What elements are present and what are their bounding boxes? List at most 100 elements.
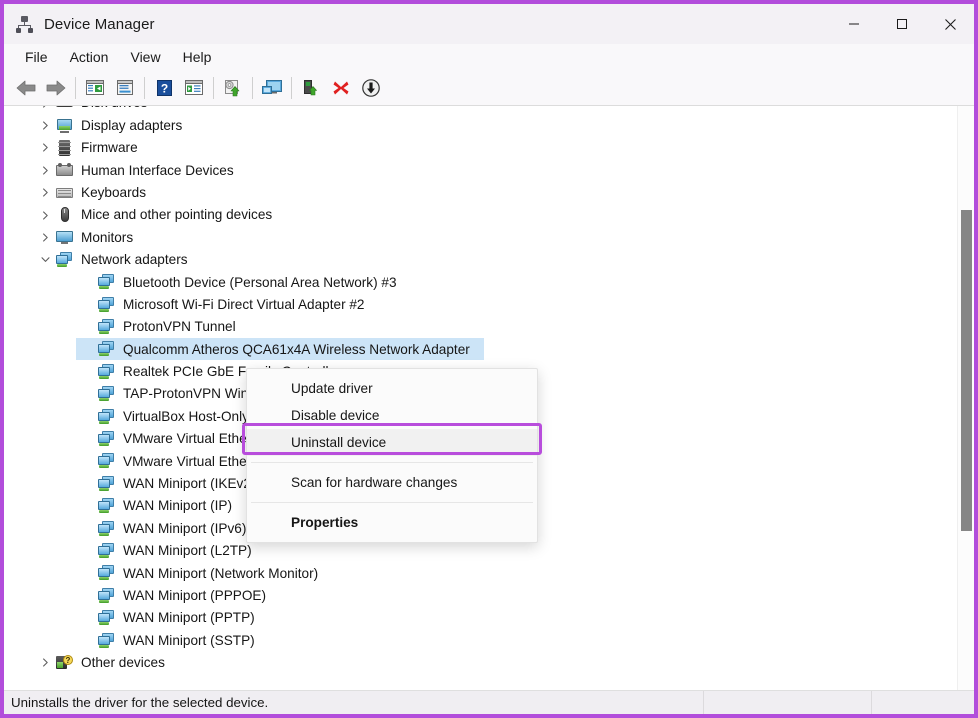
right-arrow-icon xyxy=(46,80,66,96)
tree-row[interactable]: ProtonVPN Tunnel xyxy=(4,316,956,338)
context-menu-item-properties[interactable]: Properties xyxy=(247,509,537,536)
update-driver-button[interactable] xyxy=(218,73,248,103)
network-adapter-icon xyxy=(98,520,115,537)
context-menu-item-uninstall-device[interactable]: Uninstall device xyxy=(247,429,537,456)
tree-row[interactable]: ? Other devices xyxy=(4,652,956,674)
network-adapter-icon xyxy=(56,251,73,268)
help-button[interactable]: ? xyxy=(149,73,179,103)
tree-row[interactable]: WAN Miniport (PPTP) xyxy=(4,607,956,629)
tree-row-label: WAN Miniport (IKEv2) xyxy=(123,476,256,492)
status-bar-cell-3 xyxy=(872,691,974,715)
show-hide-action-pane-button[interactable] xyxy=(179,73,209,103)
network-adapter-icon xyxy=(98,475,115,492)
network-adapter-icon xyxy=(98,408,115,425)
show-hide-console-tree-button[interactable] xyxy=(80,73,110,103)
tree-row[interactable]: WAN Miniport (Network Monitor) xyxy=(4,562,956,584)
enable-device-button[interactable] xyxy=(296,73,326,103)
chevron-down-icon[interactable] xyxy=(38,253,52,267)
tree-row[interactable]: Firmware xyxy=(4,137,956,159)
mouse-icon xyxy=(56,207,73,223)
menu-item-action[interactable]: Action xyxy=(60,46,119,69)
tree-row-label: Keyboards xyxy=(81,184,146,200)
tree-row-label: WAN Miniport (Network Monitor) xyxy=(123,565,319,581)
tree-row[interactable]: Qualcomm Atheros QCA61x4A Wireless Netwo… xyxy=(4,338,956,361)
properties-window-icon xyxy=(117,80,133,95)
tree-scrollbar-thumb[interactable] xyxy=(961,210,972,531)
network-adapter-icon xyxy=(98,453,115,469)
tree-row-label: WAN Miniport (PPTP) xyxy=(123,610,255,626)
context-menu-item-update-driver[interactable]: Update driver xyxy=(247,375,537,402)
tree-row[interactable]: WAN Miniport (L2TP) xyxy=(4,540,956,562)
disk-drive-icon xyxy=(56,106,73,111)
network-adapter-icon xyxy=(98,386,115,402)
close-icon xyxy=(944,18,956,30)
network-adapter-icon xyxy=(98,341,115,357)
disable-device-button[interactable] xyxy=(356,73,386,103)
context-menu-item-disable-device[interactable]: Disable device xyxy=(247,402,537,429)
network-adapter-icon xyxy=(98,587,115,604)
title-bar: Device Manager xyxy=(4,4,974,44)
tree-row[interactable]: Mice and other pointing devices xyxy=(4,204,956,226)
tree-scrollbar[interactable] xyxy=(957,106,974,690)
status-bar-cell-2 xyxy=(704,690,872,714)
minimize-button[interactable] xyxy=(830,4,878,44)
network-adapter-icon xyxy=(98,274,115,290)
monitor-icon xyxy=(56,230,73,246)
menu-item-help[interactable]: Help xyxy=(173,46,222,69)
toolbar-separator xyxy=(252,77,253,99)
menu-item-file[interactable]: File xyxy=(15,46,58,69)
tree-row[interactable]: Human Interface Devices xyxy=(4,159,956,181)
properties-button[interactable] xyxy=(110,73,140,103)
chevron-right-icon[interactable] xyxy=(38,231,52,245)
uninstall-device-button[interactable] xyxy=(326,73,356,103)
down-arrow-circle-icon xyxy=(362,79,380,97)
tree-row[interactable]: Display adapters xyxy=(4,114,956,136)
device-manager-icon xyxy=(16,15,33,33)
chevron-right-icon[interactable] xyxy=(38,186,52,200)
tree-row-label: WAN Miniport (IP) xyxy=(123,498,233,514)
tree-row-label: WAN Miniport (IPv6) xyxy=(123,520,247,536)
tree-row[interactable]: Monitors xyxy=(4,226,956,248)
chevron-right-icon[interactable] xyxy=(38,163,52,177)
maximize-button[interactable] xyxy=(878,4,926,44)
context-menu-item-scan-for-hardware-changes[interactable]: Scan for hardware changes xyxy=(247,469,537,496)
tree-row[interactable]: Keyboards xyxy=(4,182,956,204)
network-adapter-icon xyxy=(98,363,115,380)
scan-for-hardware-changes-button[interactable] xyxy=(257,73,287,103)
network-adapter-icon xyxy=(98,498,115,514)
tree-row[interactable]: Bluetooth Device (Personal Area Network)… xyxy=(4,271,956,293)
close-button[interactable] xyxy=(926,4,974,44)
chevron-right-icon[interactable] xyxy=(38,141,52,155)
tree-row-label: Network adapters xyxy=(81,252,188,268)
tree-row-label: Firmware xyxy=(81,140,138,156)
enable-device-icon xyxy=(304,80,317,96)
network-adapter-icon xyxy=(98,610,115,626)
tree-row[interactable]: Microsoft Wi-Fi Direct Virtual Adapter #… xyxy=(4,294,956,316)
tree-row[interactable]: Disk drives xyxy=(4,106,956,114)
menu-bar: File Action View Help xyxy=(4,44,974,71)
network-adapter-icon xyxy=(98,431,115,447)
chevron-right-icon[interactable] xyxy=(38,106,52,110)
forward-button[interactable] xyxy=(41,73,71,103)
back-button[interactable] xyxy=(11,73,41,103)
action-pane-icon xyxy=(185,80,203,95)
menu-item-view[interactable]: View xyxy=(120,46,170,69)
window-controls xyxy=(830,4,974,44)
tree-row-label: Mice and other pointing devices xyxy=(81,207,273,223)
chevron-right-icon[interactable] xyxy=(38,119,52,133)
chevron-right-icon[interactable] xyxy=(38,208,52,222)
tree-row[interactable]: WAN Miniport (PPPOE) xyxy=(4,585,956,607)
tree-row[interactable]: WAN Miniport (SSTP) xyxy=(4,629,956,651)
chevron-right-icon[interactable] xyxy=(38,656,52,670)
device-manager-window: Device Manager File Action View Help ? D… xyxy=(0,0,978,718)
tree-row[interactable]: Network adapters xyxy=(4,249,956,271)
